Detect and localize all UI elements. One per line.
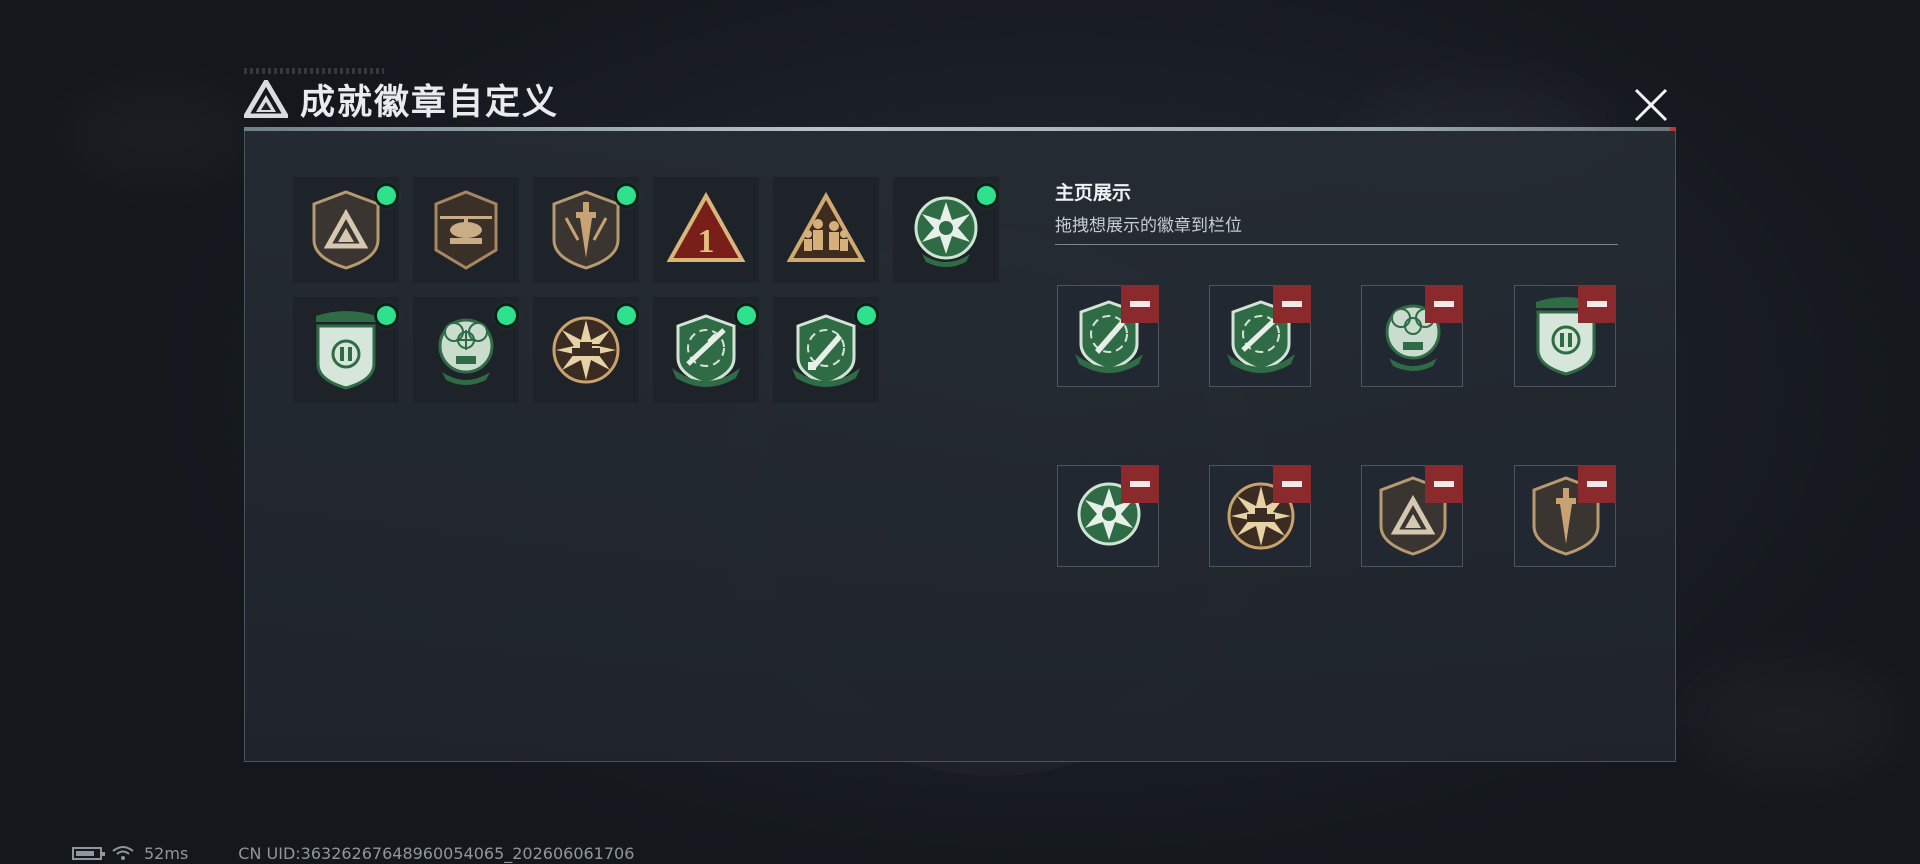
svg-text:1: 1	[698, 223, 715, 260]
dialog-header: 成就徽章自定义	[244, 74, 559, 124]
remove-badge-button[interactable]	[1578, 465, 1616, 503]
badge-cell[interactable]	[412, 176, 520, 284]
new-indicator	[977, 186, 996, 205]
tank-starburst-badge-icon	[552, 316, 620, 384]
triangle-logo-icon	[244, 80, 288, 118]
dagger-shield-badge-icon	[552, 190, 620, 270]
badge-cell[interactable]	[772, 296, 880, 404]
remove-badge-button[interactable]	[1578, 285, 1616, 323]
badge-cell[interactable]	[292, 176, 400, 284]
star-skull-green-badge-icon	[914, 196, 978, 267]
ping-value: 52ms	[144, 843, 189, 863]
new-indicator	[617, 186, 636, 205]
helicopter-badge-icon	[434, 190, 498, 270]
showcase-title: 主页展示	[1055, 182, 1132, 204]
badge-collection-grid: 1	[292, 176, 1012, 404]
new-indicator	[377, 306, 396, 325]
close-icon[interactable]	[1628, 82, 1674, 128]
badge-cell[interactable]	[532, 176, 640, 284]
triangle-shield-badge-icon	[312, 190, 380, 270]
showcase-slot[interactable]	[1361, 285, 1463, 387]
battery-icon	[72, 846, 105, 860]
badge-cell[interactable]	[892, 176, 1000, 284]
remove-badge-button[interactable]	[1425, 285, 1463, 323]
remove-badge-button[interactable]	[1273, 285, 1311, 323]
showcase-slot[interactable]	[1057, 465, 1159, 567]
soldiers-triangle-badge-icon	[786, 191, 866, 262]
new-indicator	[617, 306, 636, 325]
page-title: 成就徽章自定义	[300, 82, 560, 123]
pause-shield-green-badge-icon	[316, 311, 376, 390]
badge-cell[interactable]	[532, 296, 640, 404]
skull-crosshair-green-badge-icon	[438, 318, 494, 385]
new-indicator	[737, 306, 756, 325]
badge-cell[interactable]: 1	[652, 176, 760, 284]
badge-cell[interactable]	[772, 176, 880, 284]
showcase-divider	[1055, 244, 1618, 245]
status-bar: 52ms CN UID:3632626764896005406​5_202606…	[72, 843, 634, 863]
badge-cell[interactable]	[412, 296, 520, 404]
remove-badge-button[interactable]	[1121, 285, 1159, 323]
new-indicator	[377, 186, 396, 205]
showcase-slot[interactable]	[1514, 285, 1616, 387]
badge-cell[interactable]	[652, 296, 760, 404]
remove-badge-button[interactable]	[1273, 465, 1311, 503]
showcase-slot[interactable]	[1057, 285, 1159, 387]
showcase-slot[interactable]	[1209, 465, 1311, 567]
showcase-subtitle: 拖拽想展示的徽章到栏位	[1055, 216, 1242, 236]
rifle-crosshair-green-badge-icon	[672, 314, 740, 387]
showcase-slot[interactable]	[1209, 285, 1311, 387]
user-uid: CN UID:3632626764896005406​5_20260606170…	[238, 843, 635, 863]
remove-badge-button[interactable]	[1425, 465, 1463, 503]
badge-cell[interactable]	[292, 296, 400, 404]
new-indicator	[857, 306, 876, 325]
new-indicator	[497, 306, 516, 325]
showcase-slot[interactable]	[1361, 465, 1463, 567]
number-one-triangle-badge-icon: 1	[666, 191, 746, 262]
wifi-icon	[112, 846, 134, 860]
knife-crosshair-green-badge-icon	[792, 314, 860, 387]
remove-badge-button[interactable]	[1121, 465, 1159, 503]
showcase-slot[interactable]	[1514, 465, 1616, 567]
